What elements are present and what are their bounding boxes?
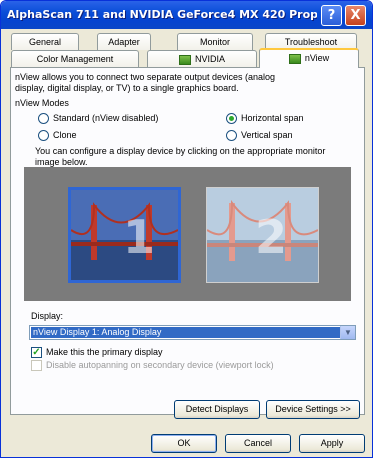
radio-horizontal-span-label: Horizontal span xyxy=(241,113,304,123)
radio-standard-label: Standard (nView disabled) xyxy=(53,113,159,123)
configure-line-1: You can configure a display device by cl… xyxy=(35,146,326,156)
tab-nvidia-label: NVIDIA xyxy=(194,54,225,64)
tab-nview-label: nView xyxy=(304,53,330,63)
radio-horizontal-span[interactable] xyxy=(226,113,237,124)
help-button[interactable]: ? xyxy=(321,5,342,26)
autopan-label: Disable autopanning on secondary device … xyxy=(46,360,274,370)
radio-clone-label: Clone xyxy=(53,130,77,140)
ok-button[interactable]: OK xyxy=(151,434,217,453)
tab-adapter[interactable]: Adapter xyxy=(97,33,151,50)
radio-vertical-span[interactable] xyxy=(226,130,237,141)
nview-icon xyxy=(288,53,301,64)
apply-button[interactable]: Apply xyxy=(299,434,365,453)
radio-standard[interactable] xyxy=(38,113,49,124)
primary-display-label: Make this the primary display xyxy=(46,347,163,357)
display-dropdown[interactable]: nView Display 1: Analog Display ▼ xyxy=(29,325,356,340)
nview-modes-label: nView Modes xyxy=(15,98,69,108)
radio-clone[interactable] xyxy=(38,130,49,141)
tab-monitor[interactable]: Monitor xyxy=(177,33,253,50)
monitor-1[interactable]: 1 xyxy=(68,187,181,283)
nvidia-icon xyxy=(178,54,191,65)
description-line-2: display, digital display, or TV) to a si… xyxy=(15,83,239,93)
display-label: Display: xyxy=(31,311,64,321)
device-settings-button[interactable]: Device Settings >> xyxy=(266,400,360,419)
primary-display-checkbox[interactable]: ✓ xyxy=(31,347,42,358)
cancel-button[interactable]: Cancel xyxy=(225,434,291,453)
detect-displays-button[interactable]: Detect Displays xyxy=(174,400,260,419)
description-line-1: nView allows you to connect two separate… xyxy=(15,72,275,82)
monitor-2[interactable]: 2 xyxy=(206,187,319,283)
tab-nvidia[interactable]: NVIDIA xyxy=(147,50,257,67)
title-bar[interactable]: AlphaScan 711 and NVIDIA GeForce4 MX 420… xyxy=(1,1,372,29)
monitor-selection-area: 1 2 xyxy=(24,167,351,301)
monitor-1-number: 1 xyxy=(123,210,156,264)
tab-color-management[interactable]: Color Management xyxy=(11,50,139,67)
monitor-2-number: 2 xyxy=(255,210,288,264)
autopan-checkbox[interactable] xyxy=(31,360,42,371)
display-dropdown-value: nView Display 1: Analog Display xyxy=(31,327,342,338)
tab-nview[interactable]: nView xyxy=(259,48,359,68)
close-button[interactable]: X xyxy=(345,5,366,26)
window-title: AlphaScan 711 and NVIDIA GeForce4 MX 420… xyxy=(7,8,317,21)
radio-vertical-span-label: Vertical span xyxy=(241,130,293,140)
chevron-down-icon[interactable]: ▼ xyxy=(340,326,355,339)
tab-general[interactable]: General xyxy=(11,33,79,50)
properties-window: AlphaScan 711 and NVIDIA GeForce4 MX 420… xyxy=(0,0,373,458)
